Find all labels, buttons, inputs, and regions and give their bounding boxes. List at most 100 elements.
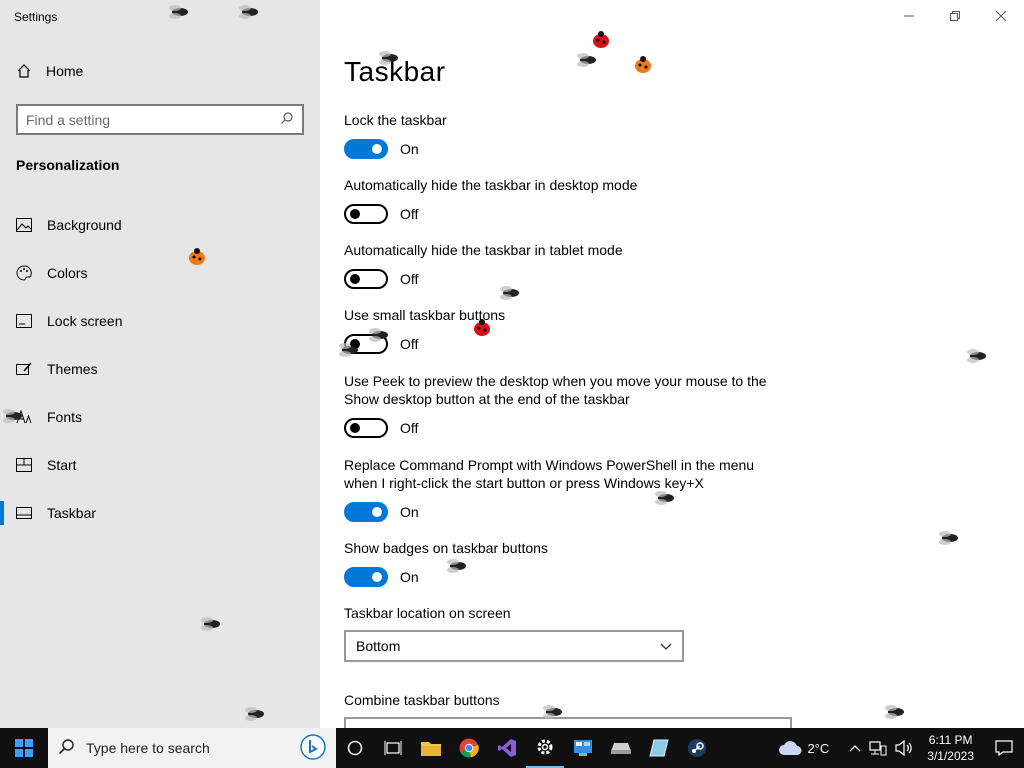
sidebar-item-colors[interactable]: Colors bbox=[0, 249, 320, 297]
ladybug-icon bbox=[635, 56, 651, 73]
dropdown-value: Bottom bbox=[356, 638, 401, 654]
autohide-tablet-toggle[interactable] bbox=[344, 269, 388, 289]
active-indicator bbox=[0, 213, 4, 237]
sidebar-item-label: Background bbox=[47, 217, 122, 233]
file-explorer-icon[interactable] bbox=[412, 728, 450, 768]
home-icon bbox=[16, 63, 32, 79]
main-content: Taskbar Lock the taskbar On Automaticall… bbox=[320, 0, 1024, 731]
fly-icon bbox=[379, 51, 398, 65]
cloud-icon bbox=[779, 741, 802, 755]
lock-taskbar-toggle[interactable] bbox=[344, 139, 388, 159]
fly-icon bbox=[447, 559, 466, 573]
settings-window: Settings Home Personalization Background bbox=[0, 0, 1024, 731]
fly-icon bbox=[543, 705, 562, 719]
powershell-toggle[interactable] bbox=[344, 502, 388, 522]
settings-search-input[interactable] bbox=[26, 111, 280, 128]
setting-label: Automatically hide the taskbar in deskto… bbox=[344, 177, 638, 193]
setting-location: Taskbar location on screen Bottom bbox=[344, 604, 784, 662]
setting-label: Taskbar location on screen bbox=[344, 605, 511, 621]
toggle-knob bbox=[350, 274, 360, 284]
notification-center-icon[interactable] bbox=[984, 728, 1024, 768]
start-button[interactable] bbox=[0, 728, 48, 768]
active-indicator bbox=[0, 357, 4, 381]
weather-widget[interactable]: 2°C bbox=[774, 728, 833, 768]
network-icon[interactable] bbox=[865, 728, 891, 768]
toggle-state: On bbox=[400, 141, 419, 157]
toggle-row: On bbox=[344, 502, 774, 522]
taskbar-search-placeholder: Type here to search bbox=[86, 740, 210, 756]
setting-small-buttons: Use small taskbar buttons Off bbox=[344, 306, 784, 354]
steam-icon[interactable] bbox=[678, 728, 716, 768]
fly-icon bbox=[369, 328, 388, 342]
chevron-up-icon[interactable] bbox=[845, 728, 865, 768]
sidebar-item-themes[interactable]: Themes bbox=[0, 345, 320, 393]
visual-studio-icon[interactable] bbox=[488, 728, 526, 768]
close-button[interactable] bbox=[978, 0, 1024, 32]
active-indicator bbox=[0, 309, 4, 333]
sidebar-item-lock-screen[interactable]: Lock screen bbox=[0, 297, 320, 345]
taskbar-clock[interactable]: 6:11 PM 3/1/2023 bbox=[917, 732, 984, 764]
sidebar-item-label: Colors bbox=[47, 265, 88, 281]
chevron-down-icon bbox=[660, 638, 672, 654]
sidebar-item-fonts[interactable]: Fonts bbox=[0, 393, 320, 441]
task-view-icon[interactable] bbox=[374, 728, 412, 768]
drive-icon[interactable] bbox=[602, 728, 640, 768]
taskbar-icon bbox=[16, 505, 32, 521]
palette-icon bbox=[16, 265, 32, 281]
toggle-knob bbox=[372, 572, 382, 582]
sidebar-item-label: Fonts bbox=[47, 409, 83, 425]
toggle-state: Off bbox=[400, 420, 419, 436]
start-icon bbox=[16, 457, 32, 473]
setting-badges: Show badges on taskbar buttons On bbox=[344, 539, 784, 587]
weather-temperature: 2°C bbox=[807, 740, 830, 756]
home-label: Home bbox=[46, 63, 84, 79]
fly-icon bbox=[500, 286, 519, 300]
setting-autohide-tablet: Automatically hide the taskbar in tablet… bbox=[344, 241, 784, 289]
autohide-desktop-toggle[interactable] bbox=[344, 204, 388, 224]
fly-icon bbox=[201, 617, 220, 631]
toggle-row: Off bbox=[344, 204, 784, 224]
lock-screen-icon bbox=[16, 313, 32, 329]
fly-icon bbox=[577, 53, 596, 67]
minimize-button[interactable] bbox=[886, 0, 932, 32]
bing-icon[interactable] bbox=[300, 733, 326, 763]
toggle-state: On bbox=[400, 504, 419, 520]
settings-search-box[interactable] bbox=[16, 104, 304, 135]
tablet-app-icon[interactable] bbox=[640, 728, 678, 768]
home-nav-item[interactable]: Home bbox=[16, 63, 83, 79]
toggle-row: Off bbox=[344, 418, 774, 438]
control-panel-icon[interactable] bbox=[564, 728, 602, 768]
ladybug-icon bbox=[593, 31, 609, 48]
settings-app-icon[interactable] bbox=[526, 728, 564, 768]
clock-time: 6:11 PM bbox=[928, 733, 973, 747]
fly-icon bbox=[885, 705, 904, 719]
fly-icon bbox=[339, 343, 358, 357]
badges-toggle[interactable] bbox=[344, 567, 388, 587]
clock-date: 3/1/2023 bbox=[927, 749, 974, 763]
fly-icon bbox=[245, 707, 264, 721]
toggle-row: On bbox=[344, 567, 784, 587]
toggle-row: On bbox=[344, 139, 784, 159]
system-tray: 2°C 6:11 PM 3/1/2023 bbox=[774, 728, 1024, 768]
toggle-knob bbox=[372, 507, 382, 517]
sidebar-item-label: Lock screen bbox=[47, 313, 123, 329]
ladybug-icon bbox=[474, 319, 490, 336]
sidebar-item-taskbar[interactable]: Taskbar bbox=[0, 489, 320, 537]
windows-taskbar: Type here to search 2°C 6:11 PM 3/1/2023 bbox=[0, 728, 1024, 768]
fly-icon bbox=[169, 5, 188, 19]
themes-icon bbox=[16, 361, 32, 377]
chrome-icon[interactable] bbox=[450, 728, 488, 768]
sidebar-nav: Background Colors Lock screen Themes Fon… bbox=[0, 201, 320, 537]
taskbar-location-dropdown[interactable]: Bottom bbox=[344, 630, 684, 662]
peek-toggle[interactable] bbox=[344, 418, 388, 438]
toggle-state: Off bbox=[400, 271, 419, 287]
search-icon[interactable] bbox=[280, 111, 294, 128]
sidebar-item-start[interactable]: Start bbox=[0, 441, 320, 489]
volume-icon[interactable] bbox=[891, 728, 917, 768]
toggle-row: Off bbox=[344, 269, 784, 289]
setting-label: Use small taskbar buttons bbox=[344, 307, 506, 323]
taskbar-search-box[interactable]: Type here to search bbox=[48, 728, 336, 768]
sidebar-item-background[interactable]: Background bbox=[0, 201, 320, 249]
restore-button[interactable] bbox=[932, 0, 978, 32]
cortana-icon[interactable] bbox=[336, 728, 374, 768]
